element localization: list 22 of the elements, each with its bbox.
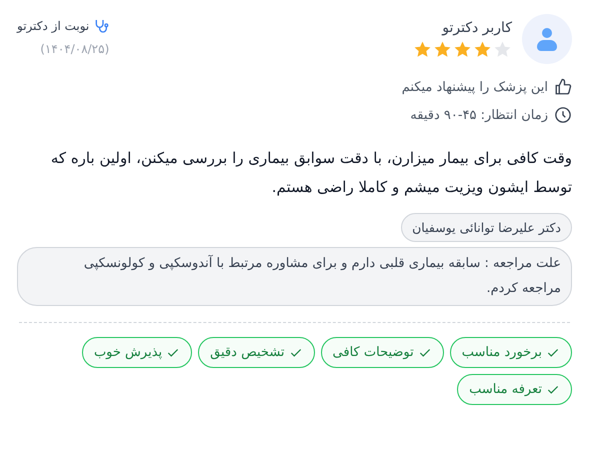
star-icon bbox=[453, 40, 472, 58]
feedback-tag: تشخیص دقیق bbox=[198, 337, 315, 368]
avatar bbox=[522, 14, 572, 64]
review-comment: وقت کافی برای بیمار میزارن، با دقت سوابق بیماری را بررسی میکنن، اولین باره که توسط ایشون ویزیت میشم و کاملا راضی هستم. bbox=[50, 148, 572, 198]
stethoscope-icon bbox=[93, 18, 110, 34]
feedback-tag: توضیحات کافی bbox=[320, 337, 444, 368]
user-name: کاربر دکترتو bbox=[440, 20, 512, 36]
feedback-tag: تعرفه مناسب bbox=[457, 374, 572, 406]
detail-text: زمان انتظار: ۴۵-۹۰ دقیقه bbox=[410, 108, 548, 122]
thumbs-up-icon bbox=[554, 78, 572, 96]
review-date: (۱۴۰۴/۰۸/۲۵) bbox=[40, 42, 110, 56]
appointment-source: نوبت از دکترتو bbox=[17, 19, 90, 33]
feedback-tag: برخورد مناسب bbox=[450, 337, 572, 368]
detail-text: این پزشک را پیشنهاد میکنم bbox=[402, 80, 548, 94]
star-icon bbox=[433, 40, 452, 58]
visit-reason: علت مراجعه : سابقه بیماری قلبی دارم و برای مشاوره مرتبط با آندوسکپی و کولونسکپی مراجعه کردم. bbox=[17, 247, 572, 306]
clock-icon bbox=[554, 106, 572, 124]
doctor-name: دکتر علیرضا توانائی یوسفیان bbox=[401, 213, 572, 242]
star-icon bbox=[413, 40, 432, 58]
star-icon bbox=[473, 40, 492, 58]
feedback-tag: پذیرش خوب bbox=[82, 337, 192, 368]
star-icon bbox=[493, 40, 512, 58]
